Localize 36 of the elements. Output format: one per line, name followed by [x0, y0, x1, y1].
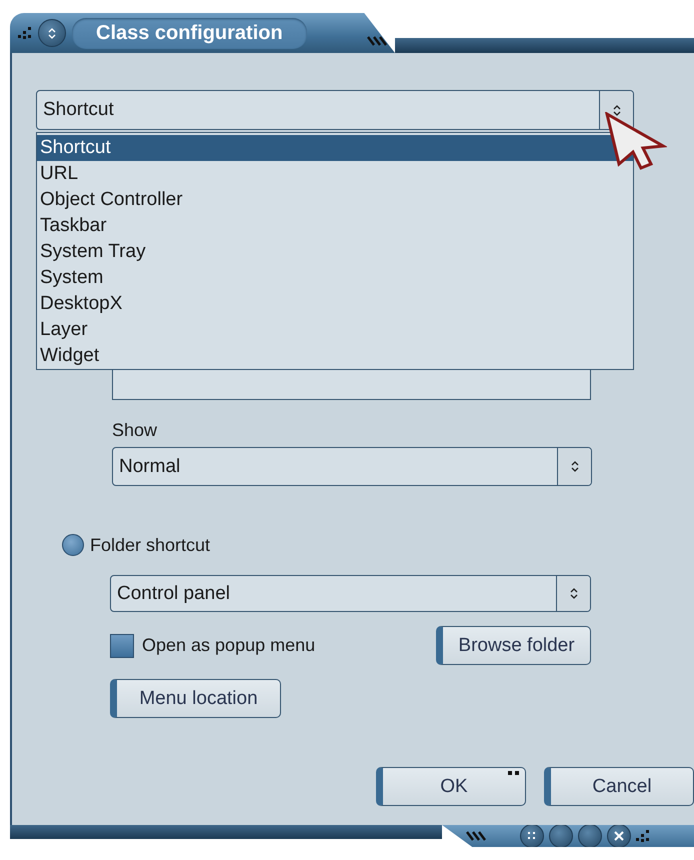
up-down-icon — [612, 104, 620, 116]
checkbox-label: Open as popup menu — [142, 635, 316, 656]
push-button[interactable]: OK — [376, 767, 526, 806]
dropdown-option[interactable]: Object Controller — [37, 187, 633, 213]
dots-icon — [528, 832, 536, 840]
close-button[interactable] — [607, 824, 631, 847]
dropdown-option[interactable]: System — [37, 265, 633, 291]
up-down-icon — [48, 26, 56, 40]
minimize-button[interactable] — [549, 824, 573, 847]
dropdown-option[interactable]: Shortcut — [37, 135, 633, 161]
folder-select[interactable]: Control panel — [110, 575, 591, 612]
window-title: Class configuration — [72, 18, 307, 48]
close-icon — [614, 831, 624, 841]
show-select[interactable]: Normal — [112, 447, 592, 486]
show-label: Show — [112, 420, 158, 441]
dropdown-option[interactable]: System Tray — [37, 239, 633, 265]
menu-button[interactable] — [520, 824, 544, 847]
radio-button[interactable] — [62, 534, 84, 556]
push-button[interactable]: Cancel — [544, 767, 694, 806]
push-button[interactable]: Browse folder — [436, 626, 591, 665]
class-select[interactable]: Shortcut — [36, 90, 634, 130]
cursor-icon — [605, 112, 667, 170]
dropdown-option[interactable]: Taskbar — [37, 213, 633, 239]
up-down-icon — [570, 587, 578, 600]
grip-icon — [18, 27, 32, 39]
dropdown-option[interactable]: Widget — [37, 343, 633, 369]
radio-label: Folder shortcut — [90, 534, 210, 556]
dropdown-option[interactable]: DesktopX — [37, 291, 633, 317]
checkbox[interactable] — [110, 634, 134, 658]
maximize-button[interactable] — [578, 824, 602, 847]
dropdown-option[interactable]: Layer — [37, 317, 633, 343]
push-button[interactable]: Menu location — [110, 679, 281, 718]
window-menu-button[interactable] — [38, 19, 66, 47]
grip-icon — [636, 830, 650, 842]
dropdown-option[interactable]: URL — [37, 161, 633, 187]
up-down-icon — [570, 460, 578, 473]
